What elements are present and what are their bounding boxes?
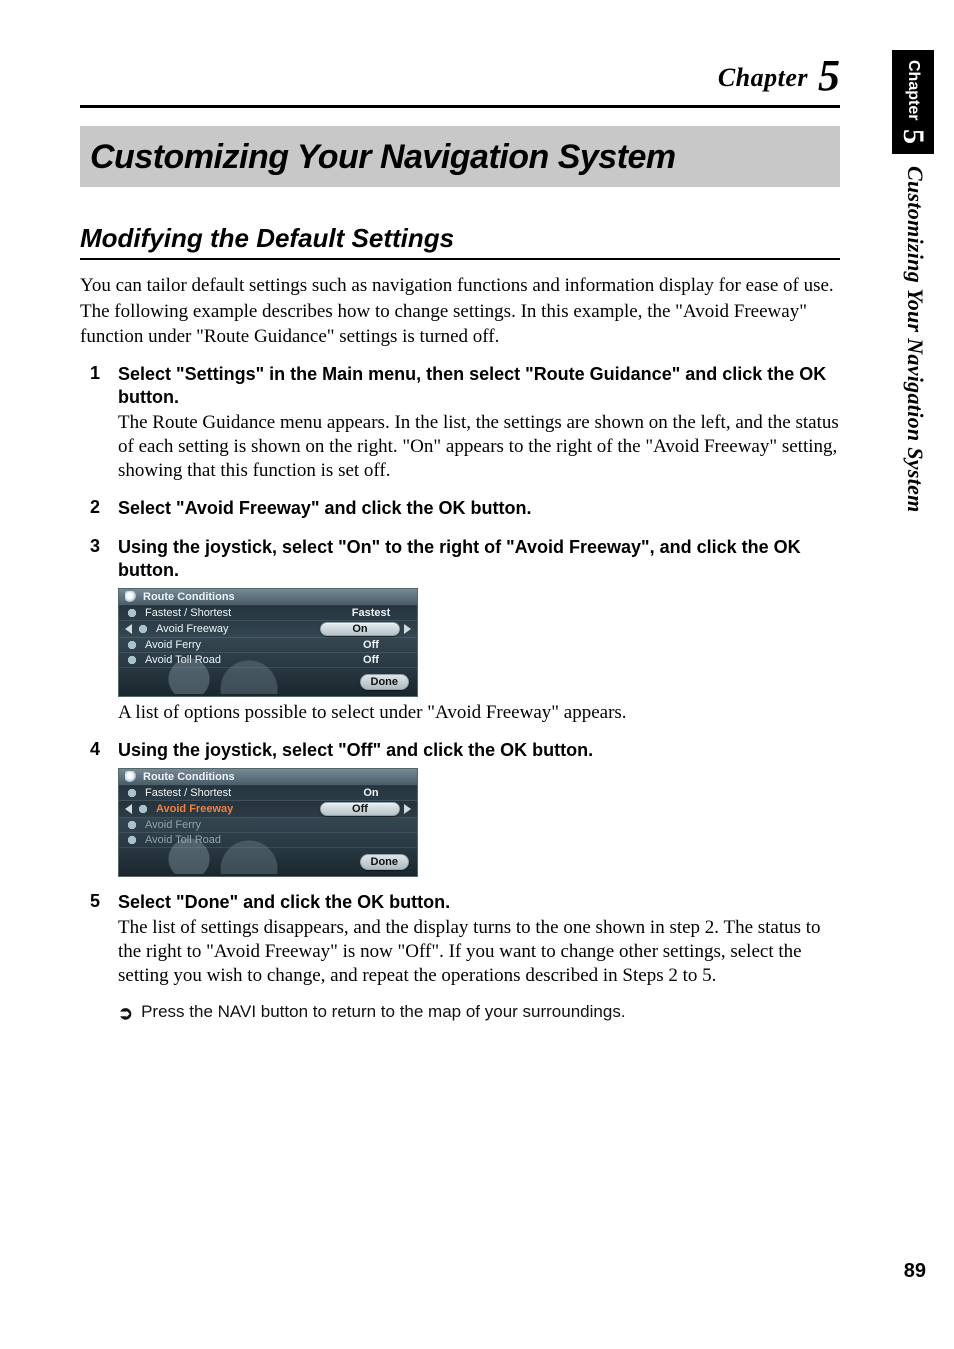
screenshot-route-conditions-on: Route Conditions Fastest / Shortest Fast… bbox=[118, 588, 418, 697]
chapter-bar: Chapter 5 bbox=[80, 50, 840, 108]
step-title: Using the joystick, select "Off" and cli… bbox=[118, 739, 840, 762]
setting-label: Avoid Ferry bbox=[145, 819, 331, 831]
step-number: 3 bbox=[80, 536, 100, 725]
setting-row-dim: Avoid Toll Road bbox=[119, 833, 417, 848]
chapter-number: 5 bbox=[812, 51, 840, 100]
step-title: Select "Settings" in the Main menu, then… bbox=[118, 363, 840, 409]
screenshot-titlebar: Route Conditions bbox=[119, 769, 417, 786]
step-number: 5 bbox=[80, 891, 100, 988]
page-number: 89 bbox=[904, 1260, 926, 1283]
left-margin bbox=[0, 0, 72, 1349]
hint-line: ➲ Press the NAVI button to return to the… bbox=[118, 1002, 840, 1022]
intro-paragraph: The following example describes how to c… bbox=[80, 300, 840, 349]
side-tab-number: 5 bbox=[897, 129, 930, 144]
setting-row-selected: Avoid Freeway Off bbox=[119, 801, 417, 818]
setting-label: Avoid Freeway bbox=[156, 803, 320, 815]
screenshot-title: Route Conditions bbox=[143, 591, 235, 603]
row-icon bbox=[125, 654, 139, 666]
step-description: The Route Guidance menu appears. In the … bbox=[118, 411, 840, 483]
step-title: Select "Done" and click the OK button. bbox=[118, 891, 840, 914]
step-after-text: A list of options possible to select und… bbox=[118, 701, 840, 725]
screenshot-route-conditions-off: Route Conditions Fastest / Shortest On A… bbox=[118, 768, 418, 877]
setting-value: Fastest bbox=[331, 607, 411, 619]
step-title: Using the joystick, select "On" to the r… bbox=[118, 536, 840, 582]
page-title: Customizing Your Navigation System bbox=[90, 138, 830, 177]
row-icon bbox=[125, 787, 139, 799]
step: 2 Select "Avoid Freeway" and click the O… bbox=[80, 497, 840, 522]
step-number: 1 bbox=[80, 363, 100, 483]
steps-list: 1 Select "Settings" in the Main menu, th… bbox=[80, 363, 840, 988]
step-title: Select "Avoid Freeway" and click the OK … bbox=[118, 497, 840, 520]
side-tab-label: Chapter bbox=[905, 60, 922, 120]
setting-row: Avoid Ferry Off bbox=[119, 638, 417, 653]
intro-text: You can tailor default settings such as … bbox=[80, 274, 840, 349]
setting-row-dim: Avoid Ferry bbox=[119, 818, 417, 833]
screenshot-titlebar: Route Conditions bbox=[119, 589, 417, 606]
page-title-band: Customizing Your Navigation System bbox=[80, 126, 840, 187]
setting-row: Fastest / Shortest Fastest bbox=[119, 606, 417, 621]
done-button: Done bbox=[360, 674, 410, 690]
row-icon bbox=[136, 803, 150, 815]
settings-icon bbox=[125, 771, 137, 783]
setting-label: Avoid Toll Road bbox=[145, 834, 331, 846]
setting-row: Fastest / Shortest On bbox=[119, 786, 417, 801]
step: 1 Select "Settings" in the Main menu, th… bbox=[80, 363, 840, 483]
step: 4 Using the joystick, select "Off" and c… bbox=[80, 739, 840, 877]
step: 5 Select "Done" and click the OK button.… bbox=[80, 891, 840, 988]
intro-paragraph: You can tailor default settings such as … bbox=[80, 274, 840, 298]
side-tab-title: Customizing Your Navigation System bbox=[892, 154, 934, 525]
row-icon bbox=[125, 607, 139, 619]
row-icon bbox=[125, 819, 139, 831]
setting-label: Avoid Toll Road bbox=[145, 654, 331, 666]
row-icon bbox=[136, 623, 150, 635]
hint-text: Press the NAVI button to return to the m… bbox=[141, 1002, 625, 1022]
setting-row-selected: Avoid Freeway On bbox=[119, 621, 417, 638]
setting-label: Fastest / Shortest bbox=[145, 607, 331, 619]
side-tab-black: Chapter 5 bbox=[892, 50, 934, 154]
screenshot-title: Route Conditions bbox=[143, 771, 235, 783]
chapter-label: Chapter bbox=[718, 63, 808, 92]
content-column: Chapter 5 Customizing Your Navigation Sy… bbox=[80, 50, 840, 1022]
step-description: The list of settings disappears, and the… bbox=[118, 916, 840, 988]
setting-value: Off bbox=[331, 639, 411, 651]
setting-value-pill: On bbox=[320, 622, 400, 636]
step: 3 Using the joystick, select "On" to the… bbox=[80, 536, 840, 725]
settings-icon bbox=[125, 591, 137, 603]
step-number: 2 bbox=[80, 497, 100, 522]
row-icon bbox=[125, 639, 139, 651]
setting-value: Off bbox=[331, 654, 411, 666]
side-tab: Chapter 5 Customizing Your Navigation Sy… bbox=[892, 50, 934, 525]
setting-value: On bbox=[331, 787, 411, 799]
setting-value-pill: Off bbox=[320, 802, 400, 816]
step-number: 4 bbox=[80, 739, 100, 877]
setting-label: Avoid Freeway bbox=[156, 623, 320, 635]
pointer-icon: ➲ bbox=[118, 1004, 133, 1022]
setting-label: Avoid Ferry bbox=[145, 639, 331, 651]
setting-row: Avoid Toll Road Off bbox=[119, 653, 417, 668]
row-icon bbox=[125, 834, 139, 846]
done-button: Done bbox=[360, 854, 410, 870]
section-heading: Modifying the Default Settings bbox=[80, 223, 840, 260]
setting-label: Fastest / Shortest bbox=[145, 787, 331, 799]
